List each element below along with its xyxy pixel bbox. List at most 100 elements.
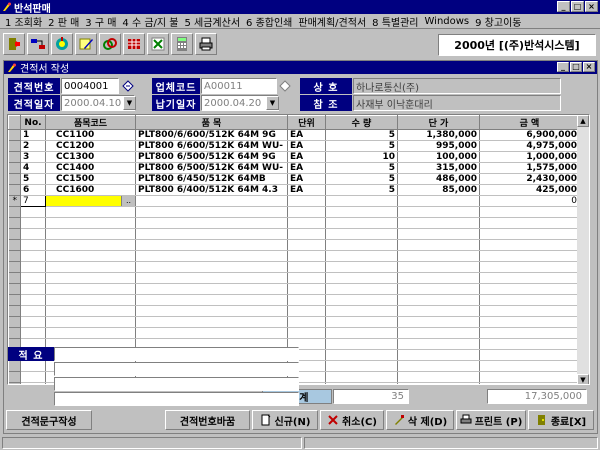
menu-item[interactable]: 1 조회화 [2,14,45,29]
lookup-icon[interactable] [279,80,291,92]
cell-no[interactable]: 4 [20,162,46,174]
table-row[interactable]: 6 CC1600 PLT800 6/400/512K 64M 4.3 EA 5 85,00… [8,184,580,196]
cell-item[interactable]: PLT800 6/500/512K 64M WU- [135,162,288,174]
cell-amount[interactable]: 6,900,000 [479,129,580,141]
remarks-line-2[interactable] [54,362,299,376]
cell-qty[interactable]: 10 [325,151,398,163]
new-row-unit[interactable] [287,195,326,207]
cell-amount[interactable]: 4,975,000 [479,140,580,152]
cell-unit[interactable]: EA [287,173,326,185]
cell-price[interactable]: 315,000 [397,162,480,174]
cell-unit[interactable]: EA [287,151,326,163]
sync-icon[interactable] [51,33,73,55]
calculator-icon[interactable] [171,33,193,55]
remarks-line-1[interactable] [54,347,299,361]
browse-button[interactable]: .. [121,196,135,206]
cell-qty[interactable]: 5 [325,173,398,185]
link-icon[interactable] [99,33,121,55]
exit-icon[interactable] [3,33,25,55]
cell-amount[interactable]: 1,575,000 [479,162,580,174]
cell-code[interactable]: CC1500 [45,173,136,185]
row-header[interactable] [8,173,21,185]
remarks-line-3[interactable] [54,377,299,391]
table-row[interactable]: 4 CC1400 PLT800 6/500/512K 64M WU- EA 5 315,0… [8,162,580,174]
row-header[interactable] [8,140,21,152]
cell-qty[interactable]: 5 [325,129,398,141]
cell-no[interactable]: 6 [20,184,46,196]
new-button[interactable]: 신규(N) [252,410,318,430]
cell-amount[interactable]: 1,000,000 [479,151,580,163]
cell-code[interactable]: CC1600 [45,184,136,196]
col-header-qty[interactable]: 수 량 [325,115,398,130]
new-row-item[interactable] [135,195,288,207]
edit-icon[interactable] [75,33,97,55]
table-row[interactable]: 5 CC1500 PLT800 6/450/512K 64MB EA 5 486,000 2… [8,173,580,185]
cell-code[interactable]: CC1200 [45,140,136,152]
cell-unit[interactable]: EA [287,184,326,196]
grid-icon[interactable] [123,33,145,55]
child-maximize-button[interactable]: □ [570,62,582,72]
cell-item[interactable]: PLT800 6/450/512K 64MB [135,173,288,185]
table-row[interactable]: 1 CC1100 PLT800/6/600/512K 64M 9G EA 5 1,380,… [8,129,580,141]
close-window-button[interactable]: 종료[X] [528,410,594,430]
grid-scrollbar[interactable]: ▲ ▼ [577,115,589,384]
estimate-no-field[interactable]: 0004001 [61,78,119,94]
new-row[interactable]: * 7.. 0 [8,195,580,207]
cell-qty[interactable]: 5 [325,140,398,152]
cell-price[interactable]: 486,000 [397,173,480,185]
col-header-code[interactable]: 품목코드 [45,115,136,130]
row-header[interactable] [8,129,21,141]
menu-item[interactable]: 5 세금계산서 [181,14,243,29]
cell-item[interactable]: PLT800/6/600/512K 64M 9G [135,129,288,141]
cell-price[interactable]: 85,000 [397,184,480,196]
col-header-item[interactable]: 품 목 [135,115,288,130]
cell-no[interactable]: 1 [20,129,46,141]
col-header-amount[interactable]: 금 액 [479,115,580,130]
cell-item[interactable]: PLT800 6/500/512K 64M 9G [135,151,288,163]
menu-item[interactable]: 8 특별관리 [369,14,421,29]
menu-item[interactable]: 판매계획/견적서 [295,14,369,29]
new-row-qty[interactable] [325,195,398,207]
reference-field[interactable]: 사재부 이낙훈대리 [353,95,561,111]
cell-qty[interactable]: 5 [325,162,398,174]
delete-button[interactable]: 삭 제(D) [386,410,454,430]
new-row-code-input[interactable]: .. [45,195,136,207]
cell-code[interactable]: CC1300 [45,151,136,163]
menu-item[interactable]: Windows [422,16,473,27]
cell-price[interactable]: 995,000 [397,140,480,152]
table-row[interactable]: 2 CC1200 PLT800 6/600/512K 64M WU- EA 5 995,0… [8,140,580,152]
menu-item[interactable]: 4 수 금/지 불 [119,14,181,29]
printer-icon[interactable] [195,33,217,55]
transfer-icon[interactable] [27,33,49,55]
new-row-no[interactable]: 7 [20,195,46,207]
cell-amount[interactable]: 425,000 [479,184,580,196]
cell-price[interactable]: 100,000 [397,151,480,163]
estimate-phrase-button[interactable]: 견적문구작성 [6,410,92,430]
chevron-down-icon[interactable]: ▼ [123,96,136,110]
child-close-button[interactable]: × [583,62,595,72]
print-button[interactable]: 프린트 (P) [456,410,526,430]
row-header[interactable] [8,151,21,163]
col-header-no[interactable]: No. [20,115,46,130]
menu-item[interactable]: 2 판 매 [45,14,82,29]
remarks-line-4[interactable] [54,392,299,406]
maximize-button[interactable]: □ [571,1,584,12]
cell-no[interactable]: 5 [20,173,46,185]
child-minimize-button[interactable]: _ [557,62,569,72]
minimize-button[interactable]: _ [557,1,570,12]
menu-item[interactable]: 3 구 매 [82,14,119,29]
cell-item[interactable]: PLT800 6/600/512K 64M WU- [135,140,288,152]
cell-price[interactable]: 1,380,000 [397,129,480,141]
company-code-field[interactable]: A00011 [201,78,277,94]
scroll-up-icon[interactable]: ▲ [577,115,589,127]
new-row-price[interactable] [397,195,480,207]
scroll-down-icon[interactable]: ▼ [577,374,589,384]
cell-code[interactable]: CC1400 [45,162,136,174]
menu-item[interactable]: 9 창고이동 [472,14,524,29]
chevron-down-icon[interactable]: ▼ [266,96,279,110]
row-header[interactable] [8,162,21,174]
col-header-price[interactable]: 단 가 [397,115,480,130]
cell-unit[interactable]: EA [287,140,326,152]
cancel-button[interactable]: 취소(C) [320,410,384,430]
cell-no[interactable]: 3 [20,151,46,163]
